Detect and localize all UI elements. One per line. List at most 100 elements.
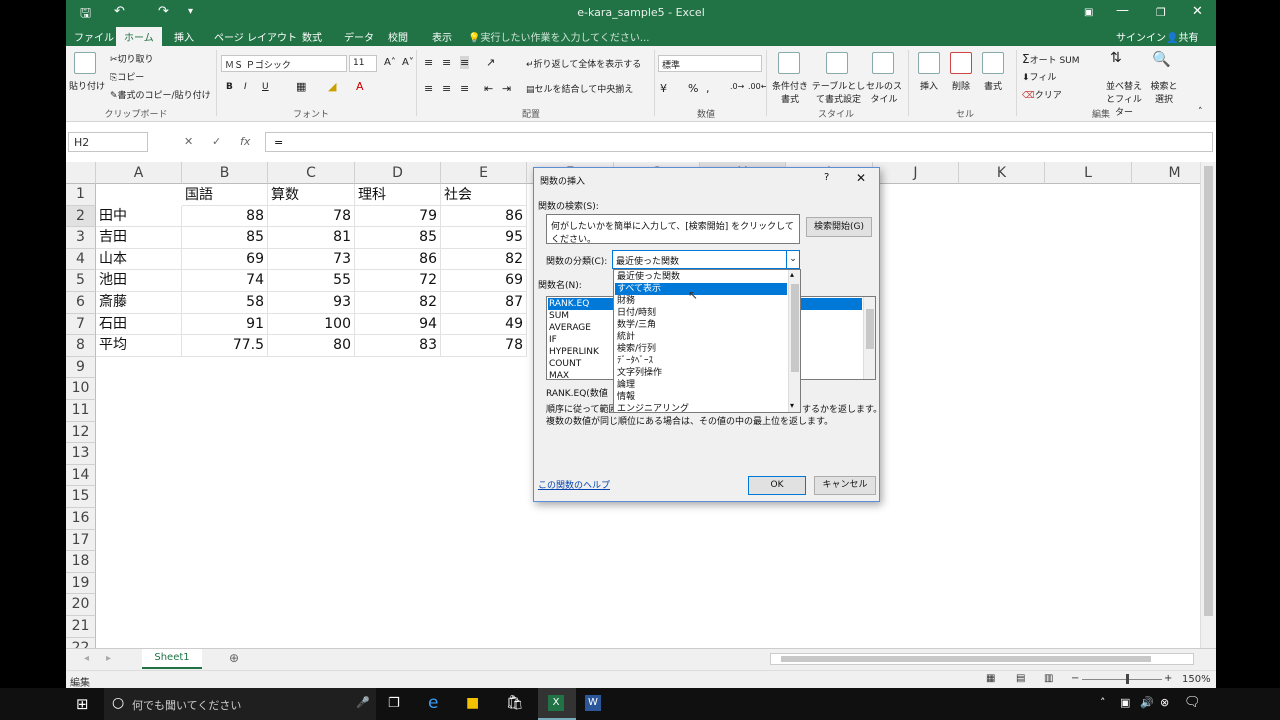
edge-icon[interactable]: e — [428, 693, 438, 713]
cell-c5[interactable]: 55 — [268, 270, 355, 292]
zoom-slider[interactable] — [1082, 679, 1162, 680]
function-item[interactable]: COUNT — [549, 358, 581, 370]
row-header[interactable]: 14 — [66, 464, 96, 487]
confirm-formula-icon[interactable]: ✓ — [212, 135, 221, 148]
chevron-down-icon[interactable]: ⌄ — [786, 251, 799, 268]
find-select-button[interactable]: 検索と選択 — [1148, 79, 1180, 105]
cell-c3[interactable]: 81 — [268, 227, 355, 249]
column-header[interactable]: E — [441, 162, 527, 184]
cell-c7[interactable]: 100 — [268, 313, 355, 336]
cell-b2[interactable]: 88 — [182, 205, 268, 228]
align-bottom-icon[interactable]: ≡ — [460, 56, 470, 69]
cell-a5[interactable]: 池田 — [96, 270, 182, 292]
cell-e6[interactable]: 87 — [441, 292, 527, 314]
cortana-search-box[interactable]: ○ 何でも聞いてください 🎤 — [104, 688, 376, 720]
row-header[interactable]: 15 — [66, 486, 96, 508]
orientation-icon[interactable]: ↗ — [486, 56, 495, 69]
cell-e4[interactable]: 82 — [441, 248, 527, 271]
borders-icon[interactable]: ▦ — [296, 80, 306, 93]
share-button[interactable]: 👤共有 — [1166, 29, 1198, 44]
tell-me-box[interactable]: 💡実行したい作業を入力してください... — [468, 29, 649, 44]
row-header[interactable]: 16 — [66, 508, 96, 530]
dropdown-scroll-thumb[interactable] — [791, 284, 799, 372]
h-scrollbar-thumb[interactable] — [781, 656, 1151, 662]
cell-b4[interactable]: 69 — [182, 248, 268, 271]
number-format-select[interactable]: 標準 — [658, 55, 762, 72]
column-header[interactable]: A — [96, 162, 182, 184]
tab-page-layout[interactable]: ページ レイアウト — [212, 29, 299, 46]
category-option[interactable]: 文字列操作 — [615, 367, 787, 379]
column-header[interactable]: D — [355, 162, 441, 184]
dropdown-scrollbar[interactable]: ▴ ▾ — [788, 270, 800, 412]
cell-d8[interactable]: 83 — [355, 335, 441, 357]
format-cells-button[interactable]: 書式 — [984, 79, 1002, 92]
column-header[interactable]: B — [182, 162, 268, 184]
cell-b8[interactable]: 77.5 — [182, 335, 268, 357]
align-top-icon[interactable]: ≡ — [424, 56, 433, 69]
underline-button[interactable]: U — [262, 82, 269, 92]
volume-icon[interactable]: 🔊 — [1140, 696, 1154, 709]
clear-button[interactable]: ⌫クリア — [1022, 88, 1062, 101]
magnifier-icon[interactable]: 🔍 — [1152, 50, 1174, 72]
row-header[interactable]: 7 — [66, 313, 96, 336]
align-middle-icon[interactable]: ≡ — [442, 56, 451, 69]
cell-e7[interactable]: 49 — [441, 313, 527, 336]
close-icon[interactable]: ✕ — [1192, 4, 1203, 19]
insert-function-icon[interactable]: fx — [240, 135, 250, 148]
conditional-format-button[interactable]: 条件付き書式 — [770, 79, 810, 105]
row-header[interactable]: 22 — [66, 637, 96, 648]
shrink-font-icon[interactable]: A˅ — [402, 57, 414, 68]
tab-home[interactable]: ホーム — [116, 27, 162, 46]
function-item[interactable]: AVERAGE — [549, 322, 591, 334]
cell-styles-icon[interactable] — [872, 52, 894, 74]
row-header[interactable]: 13 — [66, 443, 96, 465]
tab-review[interactable]: 校閲 — [386, 29, 410, 46]
function-search-input[interactable]: 何がしたいかを簡単に入力して、[検索開始] をクリックしてください。 — [546, 214, 800, 245]
row-header[interactable]: 20 — [66, 594, 96, 616]
italic-button[interactable]: I — [244, 82, 247, 92]
wrap-text-button[interactable]: ↵折り返して全体を表示する — [526, 57, 641, 70]
dialog-help-button[interactable]: ? — [824, 172, 829, 183]
increase-decimal-icon[interactable]: .0→ — [730, 82, 744, 91]
format-as-table-icon[interactable] — [826, 52, 848, 74]
row-header[interactable]: 3 — [66, 227, 96, 249]
align-left-icon[interactable]: ≡ — [424, 82, 433, 95]
cell-d4[interactable]: 86 — [355, 248, 441, 271]
copy-button[interactable]: ⎘コピー — [110, 70, 144, 83]
align-right-icon[interactable]: ≡ — [460, 82, 469, 95]
tab-view[interactable]: 表示 — [430, 29, 454, 46]
cancel-button[interactable]: キャンセル — [814, 476, 876, 495]
column-header[interactable]: K — [959, 162, 1045, 184]
cell-e8[interactable]: 78 — [441, 335, 527, 357]
cut-button[interactable]: ✂切り取り — [110, 52, 154, 65]
cell-a8[interactable]: 平均 — [96, 335, 182, 357]
row-header[interactable]: 6 — [66, 292, 96, 314]
page-layout-view-icon[interactable]: ▤ — [1016, 673, 1025, 684]
no-connection-icon[interactable]: ⊗ — [1160, 696, 1169, 709]
tab-formulas[interactable]: 数式 — [300, 29, 324, 46]
grow-font-icon[interactable]: A˄ — [384, 57, 396, 68]
row-header[interactable]: 19 — [66, 572, 96, 595]
dialog-close-icon[interactable]: ✕ — [856, 171, 866, 185]
search-start-button[interactable]: 検索開始(G) — [806, 217, 872, 237]
signin-link[interactable]: サインイン — [1116, 29, 1166, 44]
category-option[interactable]: 統計 — [615, 331, 787, 343]
row-header[interactable]: 10 — [66, 378, 96, 400]
row-header[interactable]: 2 — [66, 205, 96, 228]
font-color-icon[interactable]: A — [356, 80, 364, 93]
column-header[interactable]: J — [873, 162, 959, 184]
cell-styles-button[interactable]: セルのスタイル — [866, 79, 902, 105]
function-list-scrollbar[interactable] — [863, 297, 875, 379]
function-item[interactable]: HYPERLINK — [549, 346, 599, 358]
paste-icon[interactable] — [74, 52, 96, 74]
row-header[interactable]: 17 — [66, 529, 96, 552]
comma-icon[interactable]: , — [706, 82, 710, 95]
cell-e3[interactable]: 95 — [441, 227, 527, 249]
function-help-link[interactable]: この関数のヘルプ — [538, 478, 610, 491]
function-item[interactable]: MAX — [549, 370, 569, 379]
format-painter-button[interactable]: ✎書式のコピー/貼り付け — [110, 88, 211, 101]
font-name-select[interactable]: ＭＳ Ｐゴシック — [221, 55, 347, 72]
cell-c2[interactable]: 78 — [268, 205, 355, 228]
cell-d7[interactable]: 94 — [355, 313, 441, 336]
name-box[interactable]: H2 — [68, 132, 148, 152]
